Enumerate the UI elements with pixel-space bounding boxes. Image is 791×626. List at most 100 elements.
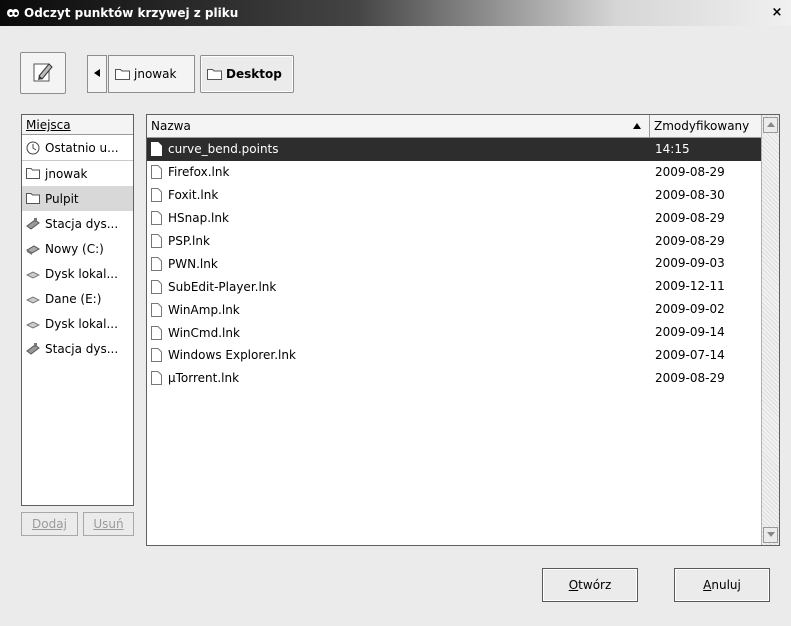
file-name: Windows Explorer.lnk bbox=[168, 348, 296, 363]
file-icon bbox=[151, 279, 162, 294]
cancel-button[interactable]: Anuluj bbox=[674, 568, 770, 602]
file-name: curve_bend.points bbox=[168, 142, 279, 157]
path-back-button[interactable] bbox=[87, 55, 107, 93]
file-name: µTorrent.lnk bbox=[168, 371, 240, 386]
file-name: PSP.lnk bbox=[168, 234, 210, 248]
table-row[interactable]: HSnap.lnk 2009-08-29 bbox=[147, 207, 761, 230]
file-modified: 2009-09-03 bbox=[655, 256, 725, 271]
file-name: PWN.lnk bbox=[168, 256, 218, 271]
triangle-down-icon bbox=[766, 530, 775, 539]
file-icon bbox=[151, 325, 162, 340]
table-row[interactable]: Foxit.lnk 2009-08-30 bbox=[147, 184, 761, 207]
hard-drive-icon bbox=[26, 242, 40, 256]
gimp-eyes-icon bbox=[6, 6, 20, 20]
file-icon bbox=[151, 256, 162, 271]
folder-icon bbox=[26, 167, 40, 181]
crumb-jnowak[interactable]: jnowak bbox=[108, 55, 195, 93]
disk-icon bbox=[25, 267, 41, 281]
window-title: Odczyt punktów krzywej z pliku bbox=[24, 6, 239, 20]
column-modified-header[interactable]: Zmodyfikowany bbox=[650, 115, 761, 137]
type-location-button[interactable] bbox=[20, 52, 66, 94]
place-item-jnowak[interactable]: jnowak bbox=[22, 161, 133, 186]
scroll-down-button[interactable] bbox=[763, 527, 778, 543]
place-item-floppy-2[interactable]: Stacja dys... bbox=[22, 336, 133, 361]
crumb-label: Desktop bbox=[226, 67, 282, 81]
place-label: Dysk lokal... bbox=[45, 266, 118, 281]
open-button[interactable]: Otwórz bbox=[542, 568, 638, 602]
triangle-left-icon bbox=[94, 68, 100, 80]
place-label: Pulpit bbox=[45, 191, 79, 206]
folder-icon bbox=[115, 68, 130, 80]
file-modified: 2009-08-29 bbox=[655, 210, 725, 225]
file-name: Firefox.lnk bbox=[168, 165, 230, 180]
crumb-label: jnowak bbox=[134, 67, 177, 81]
table-row[interactable]: Firefox.lnk 2009-08-29 bbox=[147, 161, 761, 184]
file-rows: curve_bend.points 14:15 Firefox.lnk 2009… bbox=[147, 138, 761, 390]
place-label: jnowak bbox=[45, 166, 88, 181]
table-row[interactable]: curve_bend.points 14:15 bbox=[147, 138, 761, 161]
file-modified: 2009-08-29 bbox=[655, 370, 725, 385]
file-modified: 2009-08-30 bbox=[655, 187, 725, 202]
file-list: Nazwa Zmodyfikowany curve_bend.points 14… bbox=[146, 114, 780, 546]
place-item-recent[interactable]: Ostatnio u... bbox=[22, 135, 133, 161]
file-icon bbox=[151, 234, 162, 248]
add-place-button[interactable]: Dodaj bbox=[21, 512, 78, 536]
file-modified: 2009-08-29 bbox=[655, 233, 725, 248]
file-name: WinCmd.lnk bbox=[168, 325, 240, 340]
place-label: Dane (E:) bbox=[45, 291, 102, 306]
file-name: Foxit.lnk bbox=[168, 188, 219, 203]
remove-place-button[interactable]: Usuń bbox=[83, 512, 134, 536]
triangle-up-icon bbox=[766, 120, 775, 129]
table-row[interactable]: µTorrent.lnk 2009-08-29 bbox=[147, 367, 761, 390]
file-modified: 2009-09-14 bbox=[655, 325, 725, 340]
file-icon bbox=[151, 188, 162, 203]
place-item-local-disk-2[interactable]: Dysk lokal... bbox=[22, 311, 133, 336]
place-label: Dysk lokal... bbox=[45, 316, 118, 331]
file-modified: 14:15 bbox=[655, 142, 690, 156]
pencil-edit-icon bbox=[31, 60, 55, 87]
vertical-scrollbar[interactable] bbox=[761, 115, 779, 545]
disk-icon bbox=[25, 317, 41, 331]
file-modified: 2009-09-02 bbox=[655, 302, 725, 317]
file-name: SubEdit-Player.lnk bbox=[168, 279, 277, 294]
folder-icon bbox=[207, 68, 222, 80]
table-row[interactable]: Windows Explorer.lnk 2009-07-14 bbox=[147, 344, 761, 367]
table-row[interactable]: WinCmd.lnk 2009-09-14 bbox=[147, 321, 761, 344]
floppy-drive-icon bbox=[26, 342, 40, 356]
title-bar: Odczyt punktów krzywej z pliku × bbox=[0, 0, 791, 26]
places-header[interactable]: Miejsca bbox=[22, 115, 133, 135]
file-list-header: Nazwa Zmodyfikowany bbox=[147, 115, 761, 138]
file-icon bbox=[151, 142, 162, 157]
table-row[interactable]: PWN.lnk 2009-09-03 bbox=[147, 252, 761, 275]
place-label: Nowy (C:) bbox=[45, 241, 104, 256]
floppy-drive-icon bbox=[26, 217, 40, 231]
file-icon bbox=[151, 165, 162, 180]
file-modified: 2009-07-14 bbox=[655, 348, 725, 363]
sort-ascending-icon bbox=[633, 115, 641, 138]
place-item-drive-e[interactable]: Dane (E:) bbox=[22, 286, 133, 311]
scroll-up-button[interactable] bbox=[763, 117, 778, 133]
table-row[interactable]: SubEdit-Player.lnk 2009-12-11 bbox=[147, 275, 761, 298]
place-label: Ostatnio u... bbox=[45, 140, 119, 155]
file-icon bbox=[151, 371, 162, 386]
place-label: Stacja dys... bbox=[45, 341, 119, 356]
close-icon: × bbox=[771, 5, 783, 20]
file-icon bbox=[151, 302, 162, 317]
place-item-drive-c[interactable]: Nowy (C:) bbox=[22, 236, 133, 261]
place-item-local-disk-1[interactable]: Dysk lokal... bbox=[22, 261, 133, 286]
place-item-floppy-1[interactable]: Stacja dys... bbox=[22, 211, 133, 236]
file-modified: 2009-08-29 bbox=[655, 164, 725, 179]
file-icon bbox=[151, 348, 162, 363]
file-name: WinAmp.lnk bbox=[168, 302, 240, 317]
file-name: HSnap.lnk bbox=[168, 211, 229, 226]
table-row[interactable]: PSP.lnk 2009-08-29 bbox=[147, 230, 761, 253]
folder-icon bbox=[26, 192, 40, 206]
place-item-pulpit[interactable]: Pulpit bbox=[22, 186, 133, 211]
table-row[interactable]: WinAmp.lnk 2009-09-02 bbox=[147, 298, 761, 321]
crumb-desktop[interactable]: Desktop bbox=[200, 55, 294, 93]
disk-icon bbox=[25, 292, 41, 306]
place-label: Stacja dys... bbox=[45, 216, 119, 231]
file-icon bbox=[151, 211, 162, 226]
close-button[interactable]: × bbox=[769, 5, 785, 21]
column-name-header[interactable]: Nazwa bbox=[147, 115, 650, 137]
